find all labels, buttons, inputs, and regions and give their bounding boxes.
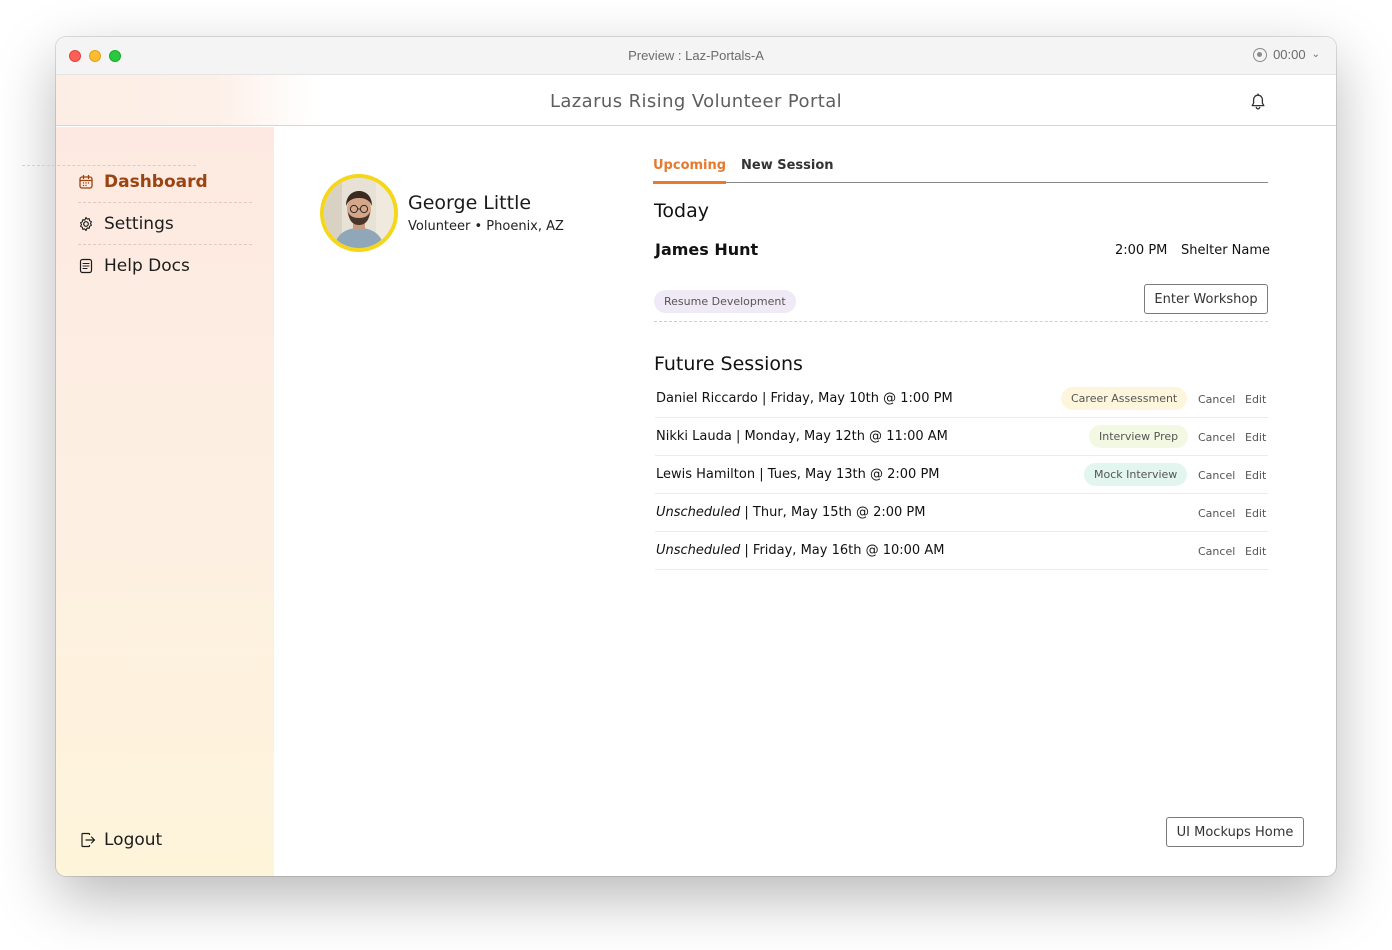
future-session-row: Daniel Riccardo | Friday, May 10th @ 1:0…: [655, 380, 1268, 418]
edit-session-link[interactable]: Edit: [1245, 469, 1266, 482]
today-session-name: James Hunt: [655, 240, 759, 259]
sidebar-item-help-docs[interactable]: Help Docs: [78, 245, 252, 287]
future-sessions-heading: Future Sessions: [654, 353, 803, 375]
record-icon: [1253, 47, 1268, 62]
edit-session-link[interactable]: Edit: [1245, 393, 1266, 406]
profile-info: George Little Volunteer • Phoenix, AZ: [408, 192, 564, 234]
ui-mockups-home-button[interactable]: UI Mockups Home: [1166, 817, 1304, 847]
session-summary: Daniel Riccardo | Friday, May 10th @ 1:0…: [656, 391, 953, 406]
chevron-down-icon: ⌄: [1311, 49, 1320, 60]
edit-session-link[interactable]: Edit: [1245, 507, 1266, 520]
cancel-session-link[interactable]: Cancel: [1198, 469, 1235, 482]
bell-icon[interactable]: [1250, 93, 1266, 111]
cancel-session-link[interactable]: Cancel: [1198, 431, 1235, 444]
document-icon: [79, 258, 93, 274]
session-summary: Lewis Hamilton | Tues, May 13th @ 2:00 P…: [656, 467, 940, 482]
cancel-session-link[interactable]: Cancel: [1198, 393, 1235, 406]
profile-card: George Little Volunteer • Phoenix, AZ: [320, 174, 564, 252]
logout-icon: [81, 832, 96, 848]
today-session-time: 2:00 PM: [1115, 243, 1168, 258]
person-photo: [324, 178, 394, 248]
session-summary: Unscheduled | Friday, May 16th @ 10:00 A…: [656, 543, 945, 558]
enter-workshop-button[interactable]: Enter Workshop: [1144, 284, 1268, 314]
recording-timer[interactable]: 00:00 ⌄: [1253, 47, 1320, 62]
session-tag: Resume Development: [654, 290, 796, 313]
gear-icon: [80, 216, 92, 231]
logout-label: Logout: [104, 830, 163, 850]
app-window: Preview : Laz-Portals-A 00:00 ⌄ Lazarus …: [22, 37, 1336, 876]
timer-value: 00:00: [1273, 47, 1306, 62]
future-session-row: Unscheduled | Friday, May 16th @ 10:00 A…: [655, 532, 1268, 570]
session-tag: Mock Interview: [1084, 463, 1188, 486]
session-tabs: Upcoming New Session: [653, 156, 1268, 184]
today-heading: Today: [654, 200, 709, 222]
profile-subtitle: Volunteer • Phoenix, AZ: [408, 219, 564, 234]
logout-button[interactable]: Logout: [80, 830, 162, 850]
future-session-row: Unscheduled | Thur, May 15th @ 2:00 PM C…: [655, 494, 1268, 532]
future-session-row: Lewis Hamilton | Tues, May 13th @ 2:00 P…: [655, 456, 1268, 494]
today-divider: [654, 321, 1268, 322]
edit-session-link[interactable]: Edit: [1245, 431, 1266, 444]
calendar-icon: [79, 174, 93, 189]
session-summary: Unscheduled | Thur, May 15th @ 2:00 PM: [656, 505, 926, 520]
sidebar-item-settings[interactable]: Settings: [78, 203, 252, 245]
app-header: Lazarus Rising Volunteer Portal: [56, 75, 1336, 126]
page-title: Lazarus Rising Volunteer Portal: [549, 91, 843, 112]
window-titlebar: Preview : Laz-Portals-A 00:00 ⌄: [56, 37, 1336, 75]
tab-upcoming[interactable]: Upcoming: [653, 158, 727, 184]
sidebar-item-dashboard[interactable]: Dashboard: [78, 161, 252, 203]
sidebar-item-label: Help Docs: [104, 256, 190, 276]
today-session-location: Shelter Name: [1181, 243, 1271, 258]
session-tag: Career Assessment: [1061, 387, 1188, 410]
session-summary: Nikki Lauda | Monday, May 12th @ 11:00 A…: [656, 429, 948, 444]
sidebar-item-label: Dashboard: [104, 171, 208, 192]
avatar: [320, 174, 398, 252]
cancel-session-link[interactable]: Cancel: [1198, 507, 1235, 520]
tab-new-session[interactable]: New Session: [741, 158, 834, 183]
window-title: Preview : Laz-Portals-A: [628, 48, 764, 63]
session-tag: Interview Prep: [1089, 425, 1189, 448]
cancel-session-link[interactable]: Cancel: [1198, 545, 1235, 558]
future-session-row: Nikki Lauda | Monday, May 12th @ 11:00 A…: [655, 418, 1268, 456]
edit-session-link[interactable]: Edit: [1245, 545, 1266, 558]
sidebar-item-label: Settings: [104, 213, 174, 234]
profile-name: George Little: [408, 192, 532, 214]
